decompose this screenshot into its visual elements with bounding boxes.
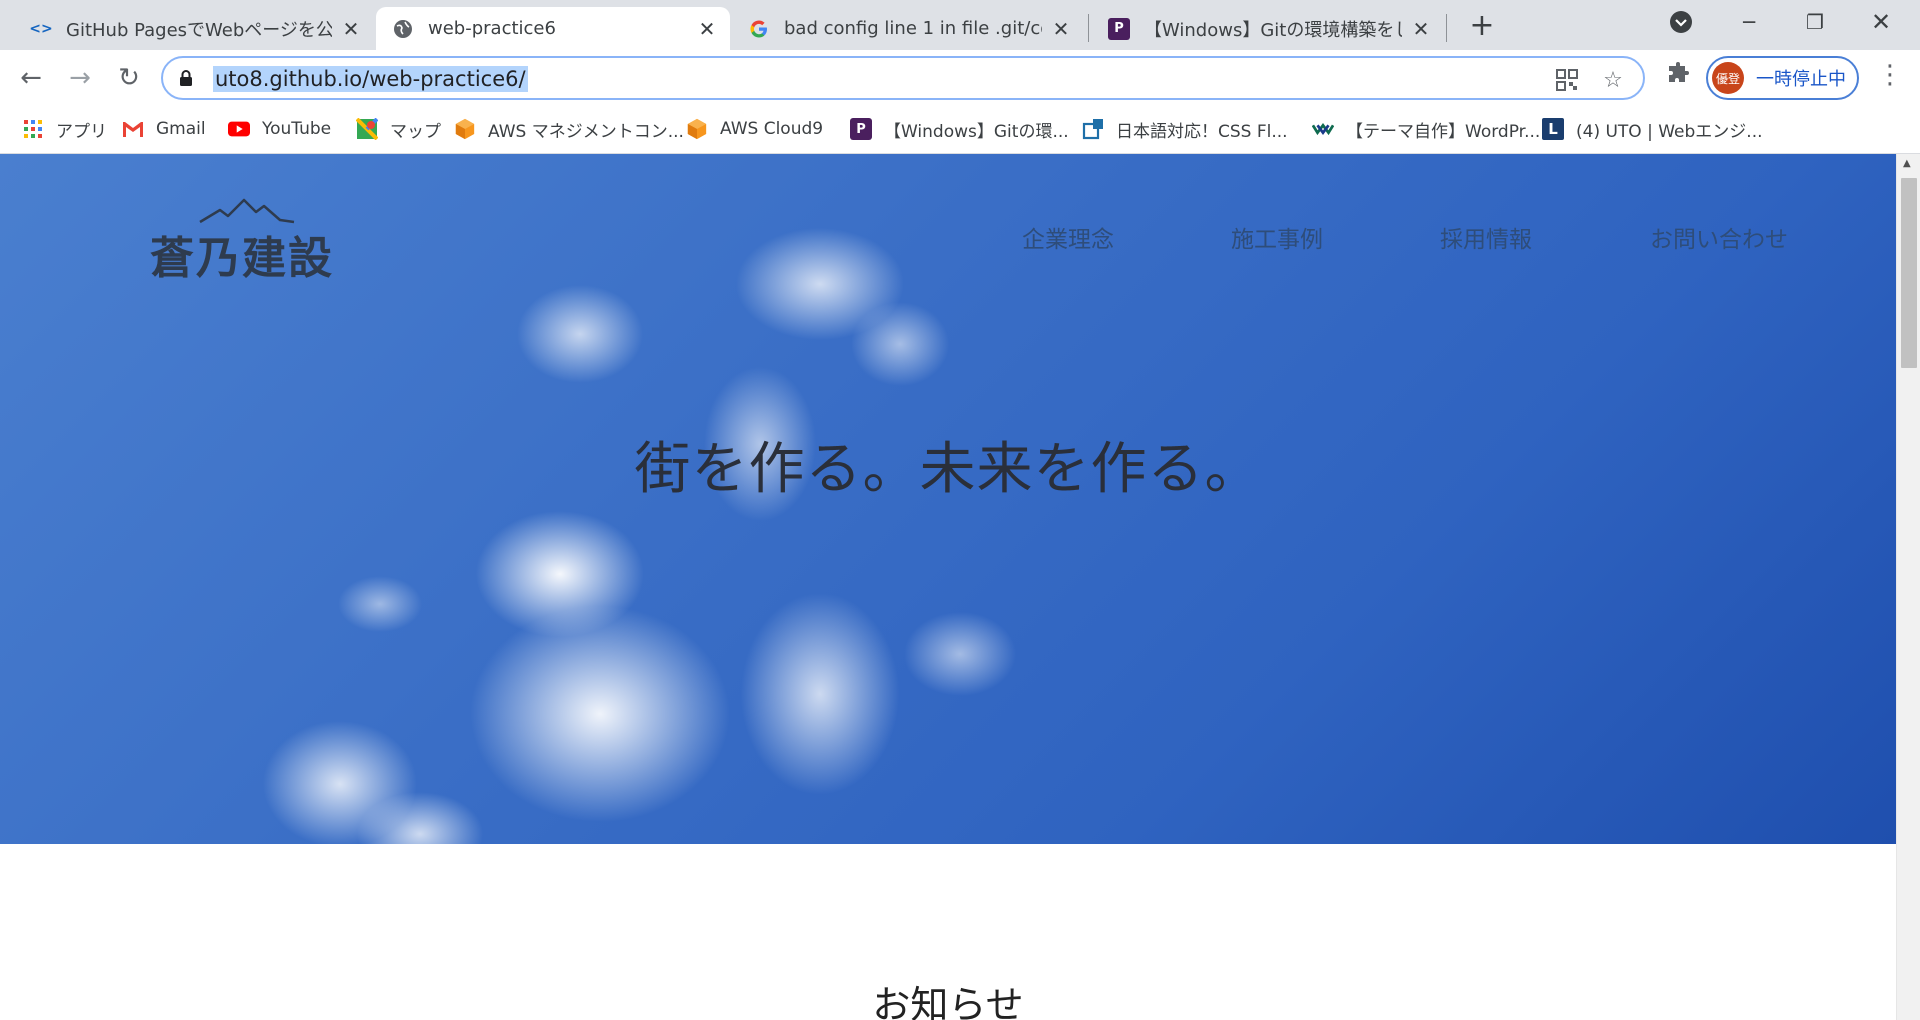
page-scrollbar[interactable]: ▲ — [1896, 154, 1920, 1020]
close-icon[interactable]: ✕ — [340, 17, 362, 41]
close-icon[interactable]: ✕ — [1050, 17, 1072, 41]
lock-icon[interactable] — [179, 69, 193, 91]
prog-icon: P — [850, 118, 872, 140]
bookmark-wordpress-theme[interactable]: 【テーマ自作】WordPr... — [1312, 114, 1540, 144]
bookmark-css-flex[interactable]: 日本語対応！CSS Fl... — [1082, 114, 1288, 144]
bookmark-youtube[interactable]: YouTube — [228, 114, 331, 144]
tab-separator — [1088, 14, 1089, 42]
logo-text: 蒼乃建設 — [150, 233, 334, 284]
forward-button[interactable]: → — [61, 59, 99, 97]
bookmark-apps[interactable]: アプリ — [22, 114, 107, 144]
scrollbar-thumb[interactable] — [1901, 178, 1917, 368]
browser-toolbar: ← → ↻ uto8.github.io/web-practice6/ ☆ 優登… — [0, 50, 1920, 106]
tab-title: bad config line 1 in file .git/confi — [784, 18, 1042, 39]
scroll-up-arrow-icon[interactable]: ▲ — [1903, 158, 1911, 169]
nav-link-philosophy[interactable]: 企業理念 — [1022, 220, 1114, 254]
profile-button[interactable]: 優登 一時停止中 — [1706, 56, 1859, 100]
chevron-down-icon — [1670, 11, 1692, 33]
hero-section: 蒼乃建設 企業理念 施工事例 採用情報 お問い合わせ 街を作る。未来を作る。 — [0, 154, 1896, 844]
code-brackets-icon: <> — [29, 20, 53, 37]
tab-bad-config[interactable]: bad config line 1 in file .git/confi ✕ — [732, 7, 1084, 50]
aws-cube-icon — [454, 118, 476, 140]
qr-code-icon[interactable] — [1553, 66, 1581, 94]
globe-icon — [392, 18, 414, 40]
external-link-icon — [1082, 118, 1104, 140]
more-menu-icon[interactable]: ⋮ — [1875, 60, 1905, 90]
bookmark-label: AWS Cloud9 — [720, 119, 824, 139]
nav-link-works[interactable]: 施工事例 — [1231, 220, 1323, 254]
bookmark-label: 【Windows】Gitの環... — [884, 121, 1069, 142]
tab-web-practice6[interactable]: web-practice6 ✕ — [376, 7, 730, 50]
bookmark-aws-console[interactable]: AWS マネジメントコン... — [454, 114, 684, 144]
tab-windows-git[interactable]: P 【Windows】Gitの環境構築をしよう ✕ — [1092, 7, 1444, 50]
hero-catchcopy: 街を作る。未来を作る。 — [634, 437, 1262, 502]
bookmarks-bar: アプリ Gmail YouTube マップ AWS マネジメントコン... AW… — [0, 106, 1920, 154]
google-icon — [748, 18, 770, 40]
minimize-button[interactable]: ─ — [1716, 0, 1782, 44]
tab-title: web-practice6 — [428, 18, 556, 39]
window-close-button[interactable]: ✕ — [1848, 0, 1914, 44]
bookmark-label: AWS マネジメントコン... — [488, 121, 684, 142]
address-bar[interactable]: uto8.github.io/web-practice6/ ☆ — [161, 56, 1645, 100]
tab-title: 【Windows】Gitの環境構築をしよう — [1144, 19, 1402, 41]
bookmark-label: アプリ — [56, 121, 107, 142]
bookmark-label: マップ — [390, 121, 441, 142]
aws-cube-icon — [686, 118, 708, 140]
bookmark-gmail[interactable]: Gmail — [122, 114, 206, 144]
tab-title: GitHub PagesでWebページを公開す — [66, 19, 332, 41]
back-button[interactable]: ← — [12, 59, 50, 97]
bookmark-aws-cloud9[interactable]: AWS Cloud9 — [686, 114, 823, 144]
bookmark-label: 【テーマ自作】WordPr... — [1346, 121, 1541, 142]
tab-strip: <> GitHub PagesでWebページを公開す ✕ web-practic… — [0, 0, 1920, 50]
bookmark-label: Gmail — [156, 119, 206, 139]
linkedin-icon: L — [1542, 118, 1564, 140]
tab-github-pages[interactable]: <> GitHub PagesでWebページを公開す ✕ — [14, 7, 374, 50]
apps-grid-icon — [22, 118, 44, 140]
nav-link-contact[interactable]: お問い合わせ — [1650, 220, 1788, 254]
extensions-icon[interactable] — [1666, 62, 1690, 93]
new-tab-button[interactable]: + — [1465, 8, 1499, 43]
bookmark-windows-git[interactable]: P 【Windows】Gitの環... — [850, 114, 1069, 144]
bookmark-label: (4) UTO | Webエンジ... — [1576, 121, 1763, 142]
close-icon[interactable]: ✕ — [696, 17, 718, 41]
youtube-icon — [228, 118, 250, 140]
site-logo[interactable]: 蒼乃建設 — [150, 194, 350, 284]
nav-link-recruit[interactable]: 採用情報 — [1440, 220, 1532, 254]
url-text[interactable]: uto8.github.io/web-practice6/ — [213, 66, 528, 92]
gmail-icon — [122, 118, 144, 140]
bookmark-maps[interactable]: マップ — [356, 114, 441, 144]
news-section-title: お知らせ — [872, 983, 1024, 1020]
tab-search-button[interactable] — [1648, 0, 1714, 44]
bookmark-label: 日本語対応！CSS Fl... — [1116, 121, 1288, 142]
maps-icon — [356, 118, 378, 140]
close-icon[interactable]: ✕ — [1410, 17, 1432, 41]
bookmark-label: YouTube — [262, 119, 332, 139]
tab-separator — [1446, 14, 1447, 42]
restore-button[interactable]: ❐ — [1782, 0, 1848, 44]
wp-theme-icon — [1312, 118, 1334, 140]
avatar: 優登 — [1712, 62, 1744, 94]
reload-button[interactable]: ↻ — [110, 59, 148, 97]
bookmark-uto-linkedin[interactable]: L (4) UTO | Webエンジ... — [1542, 114, 1763, 144]
profile-status: 一時停止中 — [1756, 69, 1846, 90]
prog-icon: P — [1108, 17, 1130, 40]
page-viewport: 蒼乃建設 企業理念 施工事例 採用情報 お問い合わせ 街を作る。未来を作る。 お… — [0, 154, 1896, 1020]
star-icon[interactable]: ☆ — [1599, 66, 1627, 94]
